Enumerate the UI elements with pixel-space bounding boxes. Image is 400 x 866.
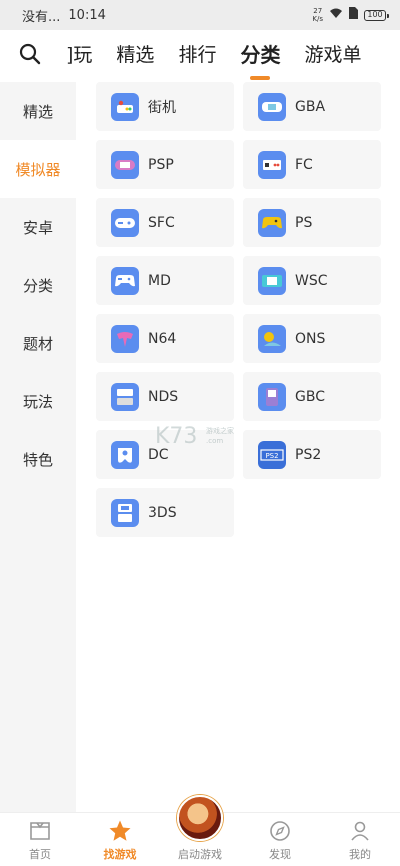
emulator-label: 街机 <box>148 99 176 116</box>
sidebar: 精选 模拟器 安卓 分类 题材 玩法 特色 <box>0 82 76 812</box>
home-icon <box>28 819 52 843</box>
emulator-card-ons[interactable]: ONS <box>243 314 381 363</box>
wifi-icon <box>329 8 343 23</box>
emulator-label: PSP <box>148 156 174 173</box>
sidebar-item-category[interactable]: 分类 <box>0 256 76 314</box>
svg-text:.com: .com <box>206 437 223 445</box>
emulator-label: ONS <box>295 330 326 347</box>
bottom-nav: 首页 找游戏 启动游戏 发现 我的 <box>0 795 400 866</box>
emulator-card-n64[interactable]: N64 <box>96 314 234 363</box>
bottom-nav-launch-game[interactable]: 启动游戏 <box>160 795 240 866</box>
emulator-label: PS <box>295 214 313 231</box>
emulator-label: N64 <box>148 330 177 347</box>
sidebar-item-feature[interactable]: 特色 <box>0 430 76 488</box>
gba-icon <box>258 92 286 121</box>
emulator-card-psp[interactable]: PSP <box>96 140 234 189</box>
emulator-card-wsc[interactable]: WSC <box>243 256 381 305</box>
sidebar-item-emulator[interactable]: 模拟器 <box>0 140 76 198</box>
sim-icon <box>349 7 358 23</box>
emulator-label: MD <box>148 272 171 289</box>
bottom-nav-discover[interactable]: 发现 <box>240 813 320 866</box>
ps-icon <box>258 208 286 237</box>
emulator-card-gba[interactable]: GBA <box>243 82 381 131</box>
tab-ranking[interactable]: 排行 <box>166 30 228 82</box>
tab-game-list[interactable]: 游戏单 <box>292 30 373 82</box>
battery-icon: 100 <box>364 9 389 21</box>
sidebar-item-theme[interactable]: 题材 <box>0 314 76 372</box>
emulator-card-arcade[interactable]: 街机 <box>96 82 234 131</box>
bottom-nav-label: 发现 <box>269 848 291 861</box>
svg-text:K73: K73 <box>155 424 197 449</box>
bottom-nav-mine[interactable]: 我的 <box>320 813 400 866</box>
bottom-nav-label: 启动游戏 <box>178 848 222 861</box>
launch-game-avatar[interactable] <box>177 795 223 841</box>
sidebar-item-gameplay[interactable]: 玩法 <box>0 372 76 430</box>
emulator-label: WSC <box>295 272 328 289</box>
emulator-label: 3DS <box>148 504 177 521</box>
emulator-label: GBC <box>295 388 325 405</box>
tab-featured[interactable]: 精选 <box>104 30 166 82</box>
category-tabs: ]玩 精选 排行 分类 游戏单 <box>54 30 373 82</box>
wsc-icon <box>258 266 286 295</box>
emulator-label: NDS <box>148 388 179 405</box>
clock: 10:14 <box>68 7 106 23</box>
ps2-icon: PS2 <box>258 440 286 469</box>
3ds-icon <box>111 498 139 527</box>
nds-icon <box>111 382 139 411</box>
svg-text:游戏之家: 游戏之家 <box>206 426 234 435</box>
search-button[interactable] <box>0 30 60 82</box>
status-bar: 没有... 10:14 27 K/s 100 <box>0 0 400 30</box>
emulator-card-fc[interactable]: FC <box>243 140 381 189</box>
tab-play[interactable]: ]玩 <box>54 30 104 82</box>
emulator-card-md[interactable]: MD <box>96 256 234 305</box>
gbc-icon <box>258 382 286 411</box>
emulator-card-gbc[interactable]: GBC <box>243 372 381 421</box>
bottom-nav-find-game[interactable]: 找游戏 <box>80 813 160 866</box>
emulator-label: SFC <box>148 214 175 231</box>
top-nav: ]玩 精选 排行 分类 游戏单 <box>0 30 400 82</box>
emulator-card-ps2[interactable]: PS2 PS2 <box>243 430 381 479</box>
emulator-card-ps[interactable]: PS <box>243 198 381 247</box>
sidebar-item-android[interactable]: 安卓 <box>0 198 76 256</box>
sfc-icon <box>111 208 139 237</box>
psp-icon <box>111 150 139 179</box>
user-icon <box>348 819 372 843</box>
bottom-nav-label: 我的 <box>349 848 371 861</box>
bottom-nav-label: 首页 <box>29 848 51 861</box>
tab-category[interactable]: 分类 <box>228 30 292 82</box>
emulator-label: FC <box>295 156 313 173</box>
watermark-logo: K73 游戏之家 .com <box>150 415 250 455</box>
ons-icon <box>258 324 286 353</box>
svg-text:PS2: PS2 <box>265 452 278 460</box>
fc-icon <box>258 150 286 179</box>
emulator-card-nds[interactable]: NDS <box>96 372 234 421</box>
carrier-text: 没有... <box>22 9 61 25</box>
sidebar-item-featured[interactable]: 精选 <box>0 82 76 140</box>
search-icon <box>19 43 41 69</box>
compass-icon <box>268 819 292 843</box>
arcade-icon <box>111 92 139 121</box>
n64-icon <box>111 324 139 353</box>
dc-icon <box>111 440 139 469</box>
star-icon <box>108 819 132 843</box>
bottom-nav-label: 找游戏 <box>103 848 137 861</box>
emulator-card-sfc[interactable]: SFC <box>96 198 234 247</box>
md-icon <box>111 266 139 295</box>
network-speed: 27 K/s <box>312 7 323 23</box>
bottom-nav-home[interactable]: 首页 <box>0 813 80 866</box>
emulator-label: PS2 <box>295 446 322 463</box>
emulator-card-3ds[interactable]: 3DS <box>96 488 234 537</box>
emulator-label: GBA <box>295 98 326 115</box>
